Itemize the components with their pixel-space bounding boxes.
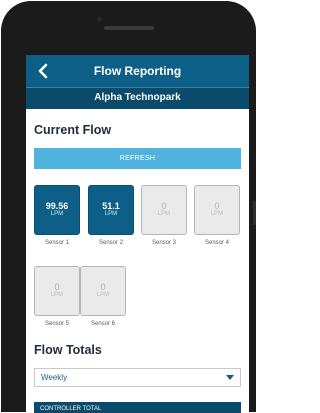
sensor-tile-3[interactable]: 0 LPM: [141, 185, 187, 235]
period-selected-value: Weekly: [41, 373, 68, 382]
location-header: Alpha Technopark: [26, 87, 249, 109]
sensor-unit: LPM: [157, 211, 171, 217]
current-flow-heading: Current Flow: [34, 123, 112, 137]
sensor-label-5: Sensor 5: [44, 321, 69, 327]
sensor-value: 0: [161, 201, 167, 211]
period-select[interactable]: Weekly: [34, 368, 241, 387]
sensor-value: 0: [54, 282, 60, 292]
refresh-button[interactable]: REFRESH: [34, 148, 241, 169]
sensor-label-3: Sensor 3: [151, 240, 176, 246]
controller-total-header: CONTROLLER TOTAL: [34, 402, 241, 413]
app-screen: Flow Reporting Alpha Technopark Current …: [26, 55, 249, 413]
sensor-tile-2[interactable]: 51.1 LPM: [88, 185, 134, 235]
sensor-unit: LPM: [50, 292, 64, 298]
sensor-value: 0: [100, 282, 106, 292]
sensor-label-1: Sensor 1: [44, 240, 69, 246]
sensor-unit: LPM: [96, 292, 110, 298]
earpiece-speaker: [104, 26, 154, 30]
sensor-label-6: Sensor 6: [90, 321, 115, 327]
sensor-label-2: Sensor 2: [98, 240, 123, 246]
navbar: Flow Reporting: [26, 55, 249, 87]
location-name: Alpha Technopark: [94, 92, 181, 103]
sensor-value: 0: [214, 201, 220, 211]
side-button: [253, 201, 256, 225]
sensor-unit: LPM: [104, 211, 118, 217]
sensor-unit: LPM: [210, 211, 224, 217]
flow-totals-heading: Flow Totals: [34, 343, 102, 357]
sensor-value: 99.56: [45, 201, 69, 211]
front-camera: [97, 17, 102, 22]
caret-down-icon: [226, 375, 234, 380]
sensor-tile-1[interactable]: 99.56 LPM: [34, 185, 80, 235]
sensor-tile-6[interactable]: 0 LPM: [80, 266, 126, 316]
sensor-tile-5[interactable]: 0 LPM: [34, 266, 80, 316]
page-title: Flow Reporting: [93, 64, 182, 78]
sensor-unit: LPM: [50, 211, 64, 217]
sensor-tile-4[interactable]: 0 LPM: [194, 185, 240, 235]
sensor-label-4: Sensor 4: [204, 240, 229, 246]
sensor-value: 51.1: [102, 201, 120, 211]
phone-top-bezel: [1, 1, 256, 55]
phone-frame: Flow Reporting Alpha Technopark Current …: [1, 1, 256, 413]
